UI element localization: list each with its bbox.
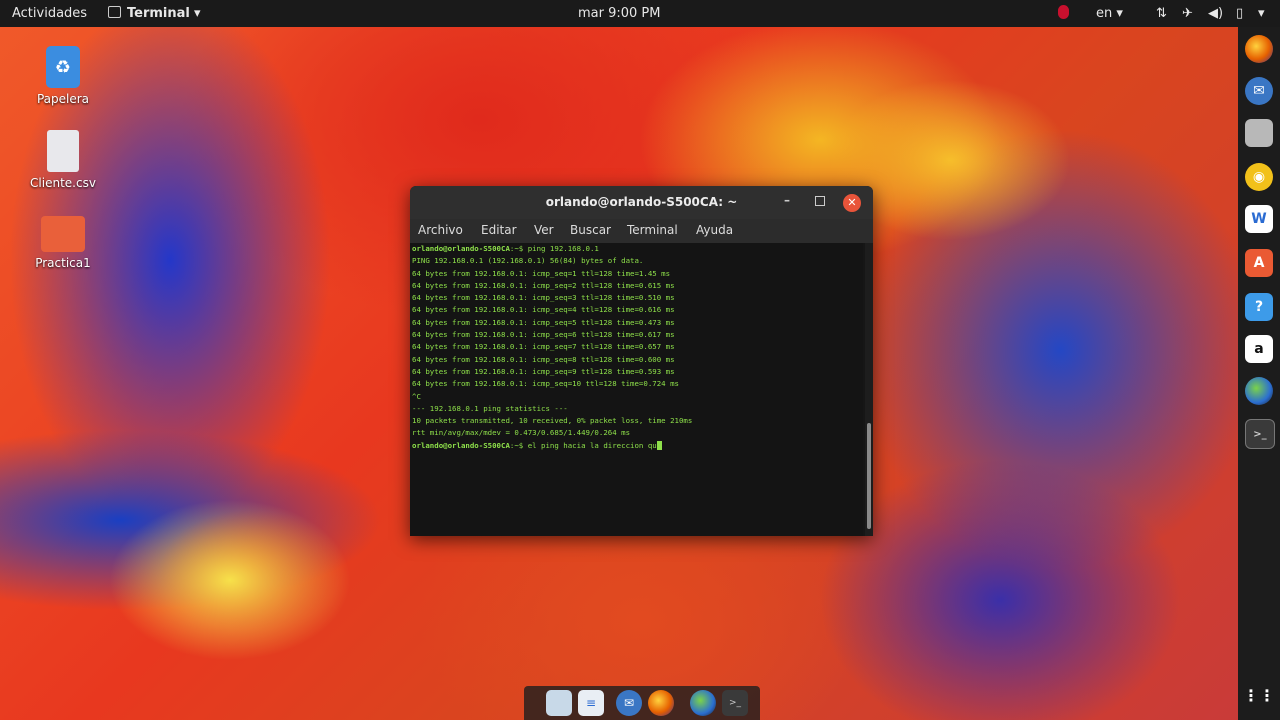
top-bar: Actividades Terminal ▾ mar 9:00 PM en ▾ … [0,0,1280,27]
terminal-line-text: 64 bytes from 192.168.0.1: icmp_seq=2 tt… [412,280,675,290]
clock[interactable]: mar 9:00 PM [578,6,661,21]
terminal-line: 64 bytes from 192.168.0.1: icmp_seq=6 tt… [410,329,863,341]
desktop-icon-cliente-csv[interactable]: Cliente.csv [23,130,103,190]
terminal-scrollbar[interactable] [865,243,873,536]
terminal-line: 64 bytes from 192.168.0.1: icmp_seq=10 t… [410,378,863,390]
terminal-line: ^C [410,391,863,403]
terminal-line-text: :~$ ping 192.168.0.1 [509,244,599,253]
caret-down-icon: ▾ [1112,6,1123,21]
menu-buscar[interactable]: Buscar [570,223,611,237]
file-icon [47,130,79,172]
terminal-line: PING 192.168.0.1 (192.168.0.1) 56(84) by… [410,255,863,267]
thunderbird-icon[interactable]: ✉ [1245,77,1273,105]
desktop-icon-label: Papelera [36,92,90,106]
trash-icon: ♻ [46,46,80,88]
amazon-icon[interactable]: a [1245,335,1273,363]
app-menu-button[interactable]: Terminal ▾ [108,6,201,21]
system-menu-caret-icon[interactable]: ▾ [1258,6,1265,21]
terminal-line-text: PING 192.168.0.1 (192.168.0.1) 56(84) by… [412,256,644,266]
terminal-line-text: rtt min/avg/max/mdev = 0.473/0.685/1.449… [412,428,631,438]
image-viewer-icon[interactable] [546,690,572,716]
terminal-line-text: 64 bytes from 192.168.0.1: icmp_seq=10 t… [412,379,679,389]
menu-editar[interactable]: Editar [481,223,517,237]
bottom-dock: ≡ ✉ >_ [524,686,760,720]
folder-icon [41,216,85,252]
maximize-icon[interactable] [815,196,825,206]
terminal-line: orlando@orlando-S500CA:~$ ping 192.168.0… [410,243,863,255]
terminal-line-text: 64 bytes from 192.168.0.1: icmp_seq=4 tt… [412,305,675,315]
terminal-line: 64 bytes from 192.168.0.1: icmp_seq=8 tt… [410,354,863,366]
terminal-line: --- 192.168.0.1 ping statistics --- [410,403,863,415]
terminal-icon[interactable]: >_ [722,690,748,716]
rhythmbox-icon[interactable]: ◉ [1245,163,1273,191]
terminal-line-text: ^C [412,391,421,401]
terminal-prompt: orlando@orlando-S500CA [412,244,510,253]
battery-icon[interactable]: ▯ [1236,6,1243,21]
libreoffice-writer-icon[interactable]: W [1245,205,1273,233]
terminal-line: 64 bytes from 192.168.0.1: icmp_seq=3 tt… [410,292,863,304]
window-menubar: Archivo Editar Ver Buscar Terminal Ayuda [410,219,873,243]
terminal-line: orlando@orlando-S500CA:~$ el ping hacia … [410,440,863,452]
terminal-line: 10 packets transmitted, 10 received, 0% … [410,415,863,427]
airplane-icon[interactable]: ✈ [1182,6,1193,21]
terminal-line: 64 bytes from 192.168.0.1: icmp_seq=5 tt… [410,317,863,329]
application-dock: ✉ ◉ W A ? a >_ ⋮⋮ [1238,27,1280,720]
terminal-cursor [656,441,662,451]
desktop-icon-practica1[interactable]: Practica1 [23,216,103,270]
browser-icon[interactable] [690,690,716,716]
help-icon[interactable]: ? [1245,293,1273,321]
minimize-icon[interactable]: – [784,193,790,207]
desktop-icon-label: Cliente.csv [30,176,96,190]
terminal-line-text: 64 bytes from 192.168.0.1: icmp_seq=7 tt… [412,342,675,352]
language-selector[interactable]: en ▾ [1096,6,1123,21]
terminal-window[interactable]: orlando@orlando-S500CA: ~ – ✕ Archivo Ed… [410,186,873,536]
files-icon[interactable] [1245,119,1273,147]
language-label: en [1096,6,1113,21]
terminal-line-text: --- 192.168.0.1 ping statistics --- [412,403,568,413]
grid-icon[interactable]: ⋮⋮ [1243,681,1275,709]
terminal-line: 64 bytes from 192.168.0.1: icmp_seq=1 tt… [410,268,863,280]
terminal-line-text: 64 bytes from 192.168.0.1: icmp_seq=6 tt… [412,330,675,340]
close-icon[interactable]: ✕ [843,194,861,212]
activities-button[interactable]: Actividades [12,6,87,21]
firefox-icon[interactable] [648,690,674,716]
browser-icon[interactable] [1245,377,1273,405]
terminal-line: 64 bytes from 192.168.0.1: icmp_seq=2 tt… [410,280,863,292]
terminal-line: 64 bytes from 192.168.0.1: icmp_seq=9 tt… [410,366,863,378]
terminal-line-text: :~$ el ping hacia la direccion qu [509,440,657,450]
terminal-line-text: 64 bytes from 192.168.0.1: icmp_seq=8 tt… [412,354,675,364]
menu-ayuda[interactable]: Ayuda [696,223,733,237]
terminal-line: rtt min/avg/max/mdev = 0.473/0.685/1.449… [410,427,863,439]
thunderbird-icon[interactable]: ✉ [616,690,642,716]
software-center-icon[interactable]: A [1245,249,1273,277]
desktop-icon-label: Practica1 [35,256,91,270]
firefox-icon[interactable] [1245,35,1273,63]
terminal-icon[interactable]: >_ [1245,419,1275,449]
window-title: orlando@orlando-S500CA: ~ [545,195,738,209]
app-menu-label: Terminal [127,6,190,21]
terminal-line: 64 bytes from 192.168.0.1: icmp_seq=4 tt… [410,304,863,316]
desktop-icon-trash[interactable]: ♻ Papelera [23,46,103,106]
terminal-line-text: 64 bytes from 192.168.0.1: icmp_seq=3 tt… [412,293,675,303]
window-titlebar[interactable]: orlando@orlando-S500CA: ~ – ✕ [410,186,873,219]
network-icon[interactable]: ⇅ [1156,6,1167,21]
terminal-small-icon [108,6,121,18]
terminal-prompt: orlando@orlando-S500CA [412,440,510,450]
menu-ver[interactable]: Ver [534,223,554,237]
terminal-line-text: 10 packets transmitted, 10 received, 0% … [412,416,693,426]
document-icon[interactable]: ≡ [578,690,604,716]
terminal-line-text: 64 bytes from 192.168.0.1: icmp_seq=1 tt… [412,268,671,278]
terminal-line: 64 bytes from 192.168.0.1: icmp_seq=7 tt… [410,341,863,353]
caret-down-icon: ▾ [189,6,201,21]
menu-terminal[interactable]: Terminal [627,223,678,237]
terminal-line-text: 64 bytes from 192.168.0.1: icmp_seq=5 tt… [412,317,675,327]
record-indicator-icon[interactable] [1058,5,1069,23]
terminal-line-text: 64 bytes from 192.168.0.1: icmp_seq=9 tt… [412,366,675,376]
menu-archivo[interactable]: Archivo [418,223,463,237]
volume-icon[interactable]: ◀) [1208,6,1223,21]
terminal-output[interactable]: orlando@orlando-S500CA:~$ ping 192.168.0… [410,243,863,536]
scrollbar-thumb[interactable] [867,423,871,529]
